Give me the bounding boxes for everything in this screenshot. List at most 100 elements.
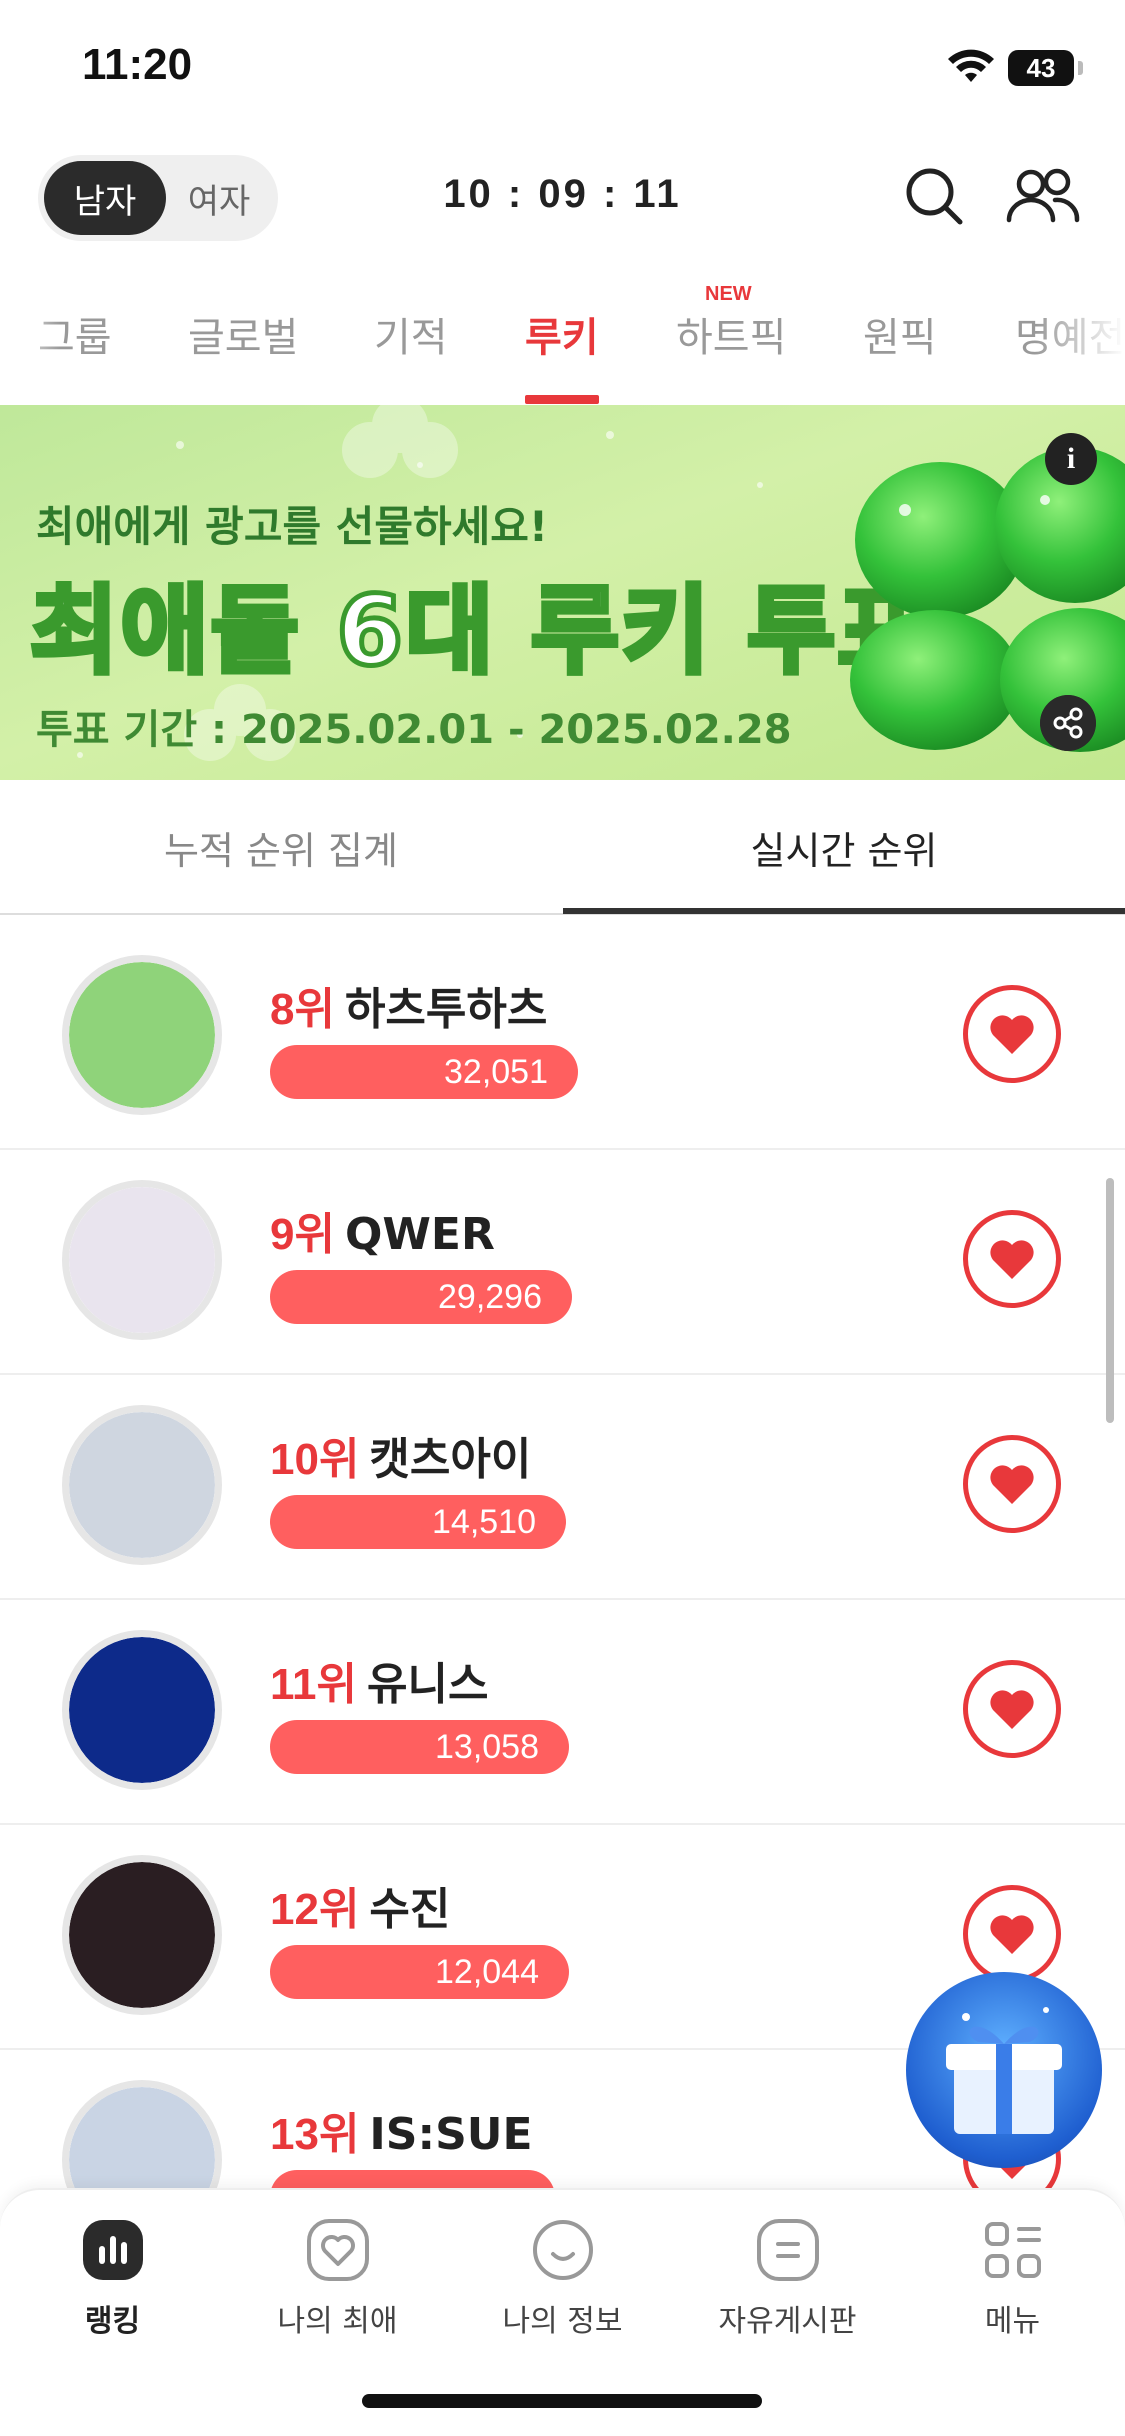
avatar-image [69,2087,215,2190]
tab-onepick[interactable]: 원픽 [863,305,937,363]
ranking-icon [82,2220,143,2280]
vote-heart-button[interactable] [963,1660,1061,1758]
home-indicator [362,2394,762,2408]
gift-icon [946,2007,1062,2134]
smile-icon [532,2220,593,2280]
banner-subtitle: 최애에게 광고를 선물하세요! [36,502,549,551]
artist-name: IS:SUE [369,2109,533,2160]
menu-grid-icon [984,2222,1041,2278]
ranking-row[interactable]: 9위 QWER 29,296 [0,1150,1125,1375]
banner-title: 최애돌 6대 루키 투표 [28,573,929,690]
tab-miracle[interactable]: 기적 [374,305,448,363]
tab-global[interactable]: 글로벌 [188,305,298,363]
ranking-row[interactable]: 10위 캣츠아이 14,510 [0,1375,1125,1600]
rank-position: 8위 [270,985,335,1034]
banner-period: 투표 기간 : 2025.02.01 - 2025.02.28 [36,707,792,753]
rank-title: 10위 캣츠아이 [270,1423,531,1487]
heart-icon [990,1465,1034,1504]
tab-cumulative-ranking[interactable]: 누적 순위 집계 [0,780,562,915]
top-header: 남자 여자 10 : 09 : 11 [0,140,1125,255]
nav-label: 나의 최애 [277,2304,398,2339]
vote-banner[interactable]: 최애에게 광고를 선물하세요! 최애돌 6대 루키 투표 투표 기간 : 202… [0,405,1125,780]
nav-label: 나의 정보 [502,2304,623,2339]
vote-heart-button[interactable] [963,985,1061,1083]
rank-title: 11위 유니스 [270,1648,488,1712]
avatar[interactable] [62,1855,222,2015]
heart-icon [990,1915,1034,1954]
avatar[interactable] [62,1405,222,1565]
avatar[interactable] [62,1180,222,1340]
heart-outline-icon [306,2219,369,2281]
friends-icon[interactable] [1005,162,1081,230]
artist-name: 캣츠아이 [369,1434,532,1485]
nav-my-favorite[interactable]: 나의 최애 [225,2218,450,2368]
subtab-indicator [563,908,1125,914]
search-icon[interactable] [900,162,968,230]
active-tab-indicator [525,395,599,404]
avatar-image [69,1187,215,1333]
status-time: 11:20 [82,40,193,89]
nav-free-board[interactable]: 자유게시판 [675,2218,900,2368]
avatar[interactable] [62,955,222,1115]
status-bar: 11:20 43 [0,0,1125,140]
avatar-image [69,1637,215,1783]
vote-heart-button[interactable] [963,1885,1061,1983]
vote-count-bar: 32,051 [270,1045,578,1099]
info-button[interactable]: i [1045,433,1097,485]
rank-position: 11위 [270,1660,357,1709]
tabs-fade-left [0,255,60,405]
rank-position: 9위 [270,1210,335,1259]
avatar-image [69,962,215,1108]
tabs-fade-right [1035,255,1125,405]
rank-position: 10위 [270,1435,360,1484]
vote-count-bar: 14,510 [270,1495,566,1549]
battery-cap [1078,61,1083,75]
gender-option-male[interactable]: 남자 [44,161,166,235]
rank-title: 12위 수진 [270,1873,450,1937]
gender-option-female[interactable]: 여자 [166,161,272,235]
nav-ranking[interactable]: 랭킹 [0,2218,225,2368]
tab-heartpick[interactable]: 하트픽 [676,305,786,363]
tab-realtime-ranking[interactable]: 실시간 순위 [563,780,1125,915]
vote-count-bar [270,2170,555,2190]
ranking-subtabs: 누적 순위 집계 실시간 순위 [0,780,1125,915]
rank-title: 13위 IS:SUE [270,2098,533,2162]
artist-name: 하츠투하츠 [344,984,548,1035]
board-icon [756,2219,819,2281]
rank-position: 12위 [270,1885,360,1934]
avatar[interactable] [62,1630,222,1790]
nav-my-info[interactable]: 나의 정보 [450,2218,675,2368]
avatar-image [69,1862,215,2008]
vote-heart-button[interactable] [963,1210,1061,1308]
rank-title: 8위 하츠투하츠 [270,973,547,1037]
gender-toggle[interactable]: 남자 여자 [38,155,278,241]
avatar-image [69,1412,215,1558]
share-icon[interactable] [1040,695,1096,751]
rank-position: 13위 [270,2110,360,2159]
heart-icon [990,1015,1034,1054]
vote-count-bar: 13,058 [270,1720,569,1774]
artist-name: 유니스 [367,1659,489,1710]
heart-icon [990,1690,1034,1729]
vote-count-bar: 12,044 [270,1945,569,1999]
avatar[interactable] [62,2080,222,2190]
countdown-timer: 10 : 09 : 11 [443,172,682,216]
nav-label: 자유게시판 [718,2304,857,2339]
gift-button[interactable] [906,1972,1102,2168]
wifi-icon [948,49,994,82]
tab-rookie[interactable]: 루키 [525,305,599,363]
rank-title: 9위 QWER [270,1198,495,1262]
heart-icon [990,1240,1034,1279]
vote-count-bar: 29,296 [270,1270,572,1324]
battery-indicator: 43 [1008,50,1074,86]
nav-menu[interactable]: 메뉴 [900,2218,1125,2368]
vote-heart-button[interactable] [963,1435,1061,1533]
artist-name: QWER [344,1209,495,1260]
ranking-row[interactable]: 11위 유니스 13,058 [0,1600,1125,1825]
nav-label: 메뉴 [984,2304,1041,2339]
artist-name: 수진 [369,1884,451,1935]
new-badge: NEW [705,283,752,305]
nav-label: 랭킹 [84,2304,141,2339]
ranking-row[interactable]: 8위 하츠투하츠 32,051 [0,925,1125,1150]
scrollbar-thumb[interactable] [1106,1178,1114,1423]
